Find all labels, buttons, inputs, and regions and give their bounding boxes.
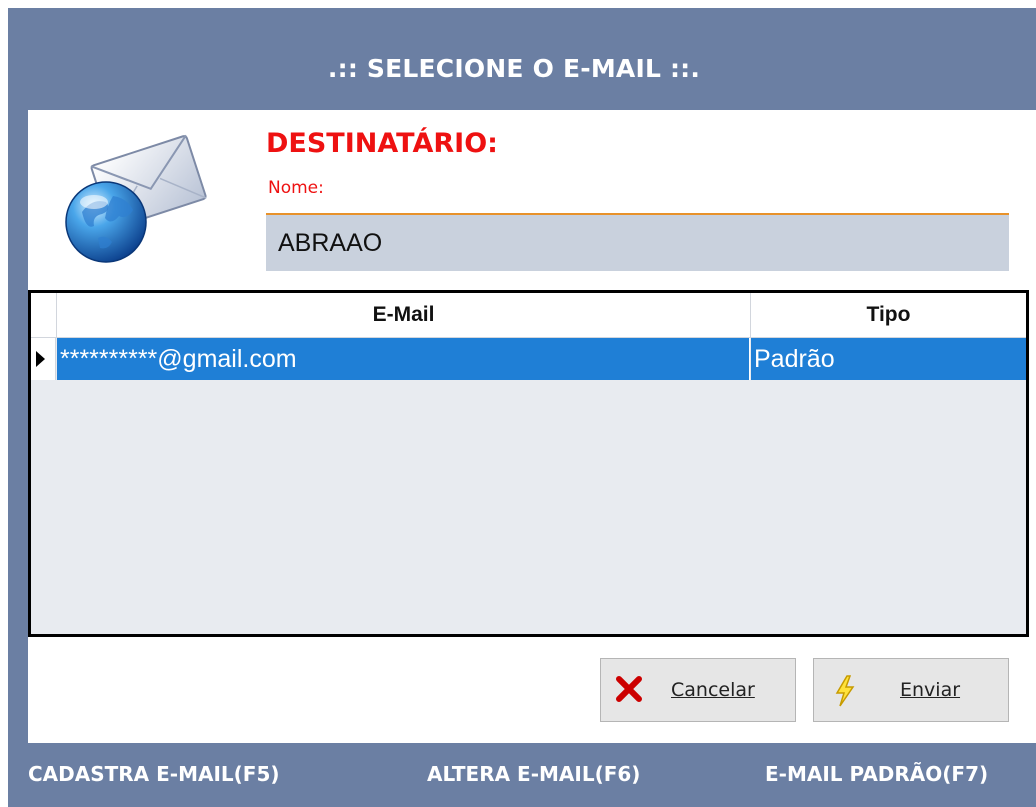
grid-header: E-Mail Tipo [31,293,1026,338]
register-email-shortcut[interactable]: CADASTRA E-MAIL(F5) [28,762,280,786]
column-header-email[interactable]: E-Mail [57,293,751,337]
cancel-button-label: Cancelar [671,679,755,701]
email-globe-icon [65,134,207,263]
row-indicator [31,338,56,380]
edit-email-shortcut[interactable]: ALTERA E-MAIL(F6) [427,762,640,786]
send-button[interactable]: Enviar [813,658,1009,722]
tipo-cell[interactable]: Padrão [751,338,1026,380]
cancel-button[interactable]: Cancelar [600,658,796,722]
close-icon [616,676,642,702]
row-indicator-header [31,293,57,337]
email-grid[interactable]: E-Mail Tipo **********@gmail.com Padrão [28,290,1029,637]
lightning-icon [835,675,855,707]
email-cell[interactable]: **********@gmail.com [57,338,750,380]
name-field[interactable]: ABRAAO [266,213,1009,271]
name-label: Nome: [268,178,324,198]
recipient-heading: DESTINATÁRIO: [266,128,498,159]
column-header-tipo[interactable]: Tipo [751,293,1026,337]
send-button-label: Enviar [900,679,961,701]
table-row[interactable]: **********@gmail.com Padrão [31,338,1026,380]
dialog-title: .:: SELECIONE O E-MAIL ::. [327,54,701,83]
current-row-arrow-icon [36,351,45,367]
default-email-shortcut[interactable]: E-MAIL PADRÃO(F7) [765,762,988,786]
